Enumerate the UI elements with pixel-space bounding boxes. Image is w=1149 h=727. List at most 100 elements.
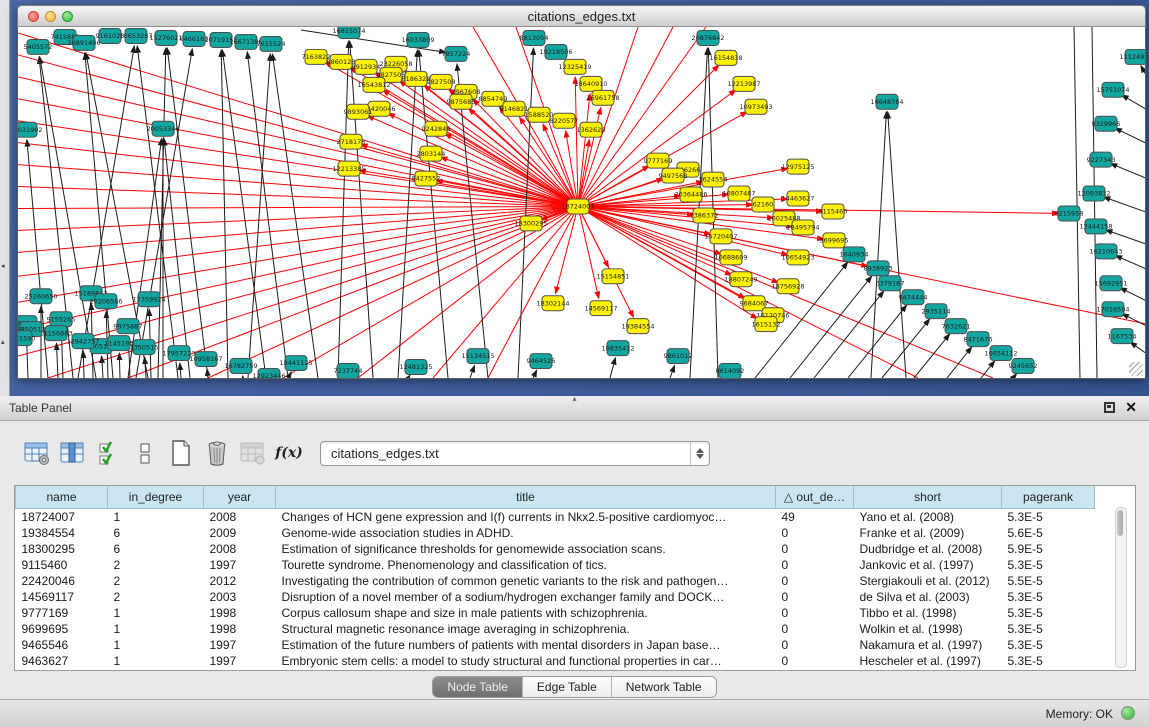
graph-edge[interactable] (1115, 255, 1146, 269)
table-cell[interactable]: Genome-wide association studies in ADHD. (276, 525, 776, 541)
graph-node[interactable]: 10688609 (714, 250, 747, 265)
table-cell[interactable]: 1 (108, 605, 204, 621)
graph-edge[interactable] (18, 206, 578, 230)
graph-node[interactable]: 19384554 (621, 319, 654, 334)
tab-node-table[interactable]: Node Table (433, 677, 522, 697)
graph-edge[interactable] (1105, 230, 1146, 245)
table-cell[interactable]: 9699695 (16, 621, 108, 637)
table-cell[interactable]: 2003 (204, 589, 276, 605)
graph-node[interactable]: 1362620 (577, 122, 606, 137)
graph-node[interactable]: 8813054 (520, 30, 549, 45)
graph-node[interactable]: 16154838 (709, 50, 742, 65)
graph-edge[interactable] (1122, 95, 1146, 110)
table-row[interactable]: 1830029562008Estimation of significance … (16, 541, 1095, 557)
graph-node[interactable]: 12975125 (781, 159, 814, 174)
graph-node[interactable]: 2803144 (417, 146, 446, 161)
table-cell[interactable]: 2012 (204, 573, 276, 589)
table-cell[interactable]: 0 (776, 605, 854, 621)
table-cell[interactable]: Stergiakouli et al. (2012) (854, 573, 1002, 589)
table-cell[interactable]: 0 (776, 621, 854, 637)
table-row[interactable]: 1872400712008Changes of HCN gene express… (16, 509, 1095, 526)
table-cell[interactable]: 14569117 (16, 589, 108, 605)
graph-node[interactable]: 16961758 (586, 90, 619, 105)
table-cell[interactable]: 2008 (204, 509, 276, 526)
graph-edge[interactable] (247, 52, 288, 378)
table-cell[interactable]: 6 (108, 525, 204, 541)
graph-node[interactable]: 9861012 (664, 349, 693, 364)
graph-edge[interactable] (388, 113, 578, 206)
table-row[interactable]: 1456911722003Disruption of a novel membe… (16, 589, 1095, 605)
graph-node[interactable]: 25260650 (24, 289, 57, 304)
table-cell[interactable]: 1 (108, 653, 204, 669)
graph-edge[interactable] (145, 357, 146, 378)
table-cell[interactable]: 5.3E-5 (1002, 509, 1095, 526)
graph-node[interactable]: 17359924 (132, 292, 165, 307)
table-cell[interactable]: Tourette syndrome. Phenomenology and cla… (276, 557, 776, 573)
table-cell[interactable]: 1997 (204, 557, 276, 573)
graph-edge[interactable] (470, 365, 475, 378)
graph-edge[interactable] (848, 305, 907, 378)
graph-edge[interactable] (914, 334, 950, 378)
graph-node[interactable]: 9245652 (1009, 359, 1038, 374)
graph-edge[interactable] (518, 48, 534, 378)
graph-node[interactable]: 15720407 (704, 229, 737, 244)
graph-node[interactable]: 12481325 (399, 360, 432, 375)
graph-node[interactable]: 8471676 (964, 332, 993, 347)
graph-edge[interactable] (18, 33, 578, 207)
table-settings-icon[interactable] (22, 438, 52, 468)
table-cell[interactable]: 9777169 (16, 605, 108, 621)
graph-node[interactable]: 14569117 (584, 301, 617, 316)
graph-node[interactable]: 9242848 (422, 121, 451, 136)
gutter-collapse-icon[interactable]: ◂ (1, 262, 5, 270)
graph-edge[interactable] (119, 353, 120, 378)
graph-node[interactable]: 18756928 (771, 279, 804, 294)
table-cell[interactable]: 18300295 (16, 541, 108, 557)
window-resize-grip-icon[interactable] (1129, 362, 1143, 376)
graph-edge[interactable] (533, 370, 537, 378)
table-cell[interactable]: 2 (108, 589, 204, 605)
graph-edge[interactable] (578, 206, 599, 298)
graph-edge[interactable] (1013, 374, 1017, 378)
table-row[interactable]: 977716911998Corpus callosum shape and si… (16, 605, 1095, 621)
graph-edge[interactable] (18, 206, 578, 329)
graph-edge[interactable] (283, 206, 578, 378)
table-row[interactable]: 946362711997Embryonic stem cells: a mode… (16, 653, 1095, 669)
table-row[interactable]: 911546021997Tourette syndrome. Phenomeno… (16, 557, 1095, 573)
graph-edge[interactable] (56, 343, 58, 378)
graph-node[interactable]: 8938923 (864, 261, 893, 276)
table-cell[interactable]: Corpus callosum shape and size in male p… (276, 605, 776, 621)
graph-node[interactable]: 16648784 (870, 94, 903, 109)
graph-edge[interactable] (18, 165, 578, 207)
graph-edge[interactable] (338, 41, 349, 378)
graph-edge[interactable] (790, 276, 872, 378)
delete-icon[interactable] (202, 438, 232, 468)
column-header[interactable]: year (204, 486, 276, 509)
graph-edge[interactable] (575, 77, 578, 207)
column-visibility-icon[interactable] (58, 438, 88, 468)
table-cell[interactable]: 5.3E-5 (1002, 557, 1095, 573)
table-cell[interactable]: 0 (776, 557, 854, 573)
tab-network-table[interactable]: Network Table (611, 677, 716, 697)
table-cell[interactable]: 0 (776, 573, 854, 589)
graph-node[interactable]: 9777169 (644, 153, 673, 168)
graph-node[interactable]: 9474444 (899, 290, 928, 305)
graph-node[interactable]: 10654112 (984, 346, 1017, 361)
graph-edge[interactable] (18, 121, 578, 207)
table-cell[interactable]: Franke et al. (2009) (854, 525, 1002, 541)
table-cell[interactable]: Embryonic stem cells: a model to study s… (276, 653, 776, 669)
column-header[interactable]: short (854, 486, 1002, 509)
gutter-collapse-icon[interactable]: ▴ (1, 338, 5, 346)
graph-node[interactable]: 9497568 (659, 168, 688, 183)
graph-node[interactable]: 12325419 (558, 59, 591, 74)
graph-node[interactable]: 8220577 (550, 113, 579, 128)
graph-node[interactable]: 19218506 (539, 44, 572, 59)
graph-node[interactable]: 5405572 (24, 39, 53, 54)
table-cell[interactable]: 1 (108, 509, 204, 526)
scrollbar-thumb[interactable] (1117, 510, 1123, 536)
table-cell[interactable]: 5.3E-5 (1002, 637, 1095, 653)
table-cell[interactable]: Disruption of a novel member of a sodium… (276, 589, 776, 605)
table-cell[interactable]: 22420046 (16, 573, 108, 589)
table-cell[interactable]: 0 (776, 653, 854, 669)
graph-node[interactable]: 10653287 (119, 28, 152, 43)
graph-edge[interactable] (610, 358, 615, 378)
